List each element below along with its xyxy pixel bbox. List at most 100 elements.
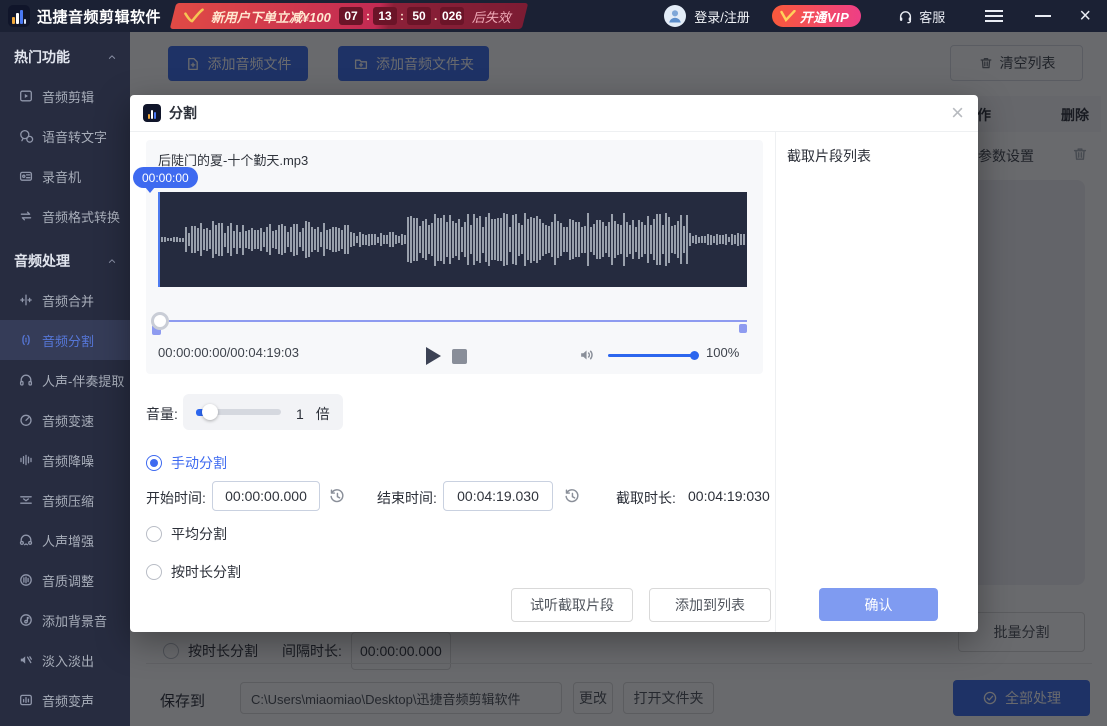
add-to-list-button[interactable]: 添加到列表 — [649, 588, 771, 622]
sidebar-item-label: 添加背景音 — [42, 611, 107, 630]
manual-split-radio[interactable]: 手动分割 — [146, 453, 227, 473]
sidebar-item-vocal-enhance[interactable]: 人声增强 — [0, 520, 130, 560]
close-window-icon[interactable]: × — [1079, 6, 1091, 26]
seek-handle[interactable] — [151, 312, 169, 330]
countdown-separator: . — [434, 9, 437, 23]
sidebar-section-header[interactable]: 音频处理 — [0, 236, 130, 280]
vocal-enhance-icon — [18, 532, 34, 548]
end-time-input[interactable] — [443, 481, 553, 511]
countdown-minutes: 13 — [373, 7, 397, 25]
titlebar: 迅捷音频剪辑软件 新用户下单立减¥100 07 : 13 : 50 . 026 … — [0, 0, 1107, 32]
add-to-list-label: 添加到列表 — [675, 595, 745, 615]
chevron-up-icon[interactable] — [106, 51, 118, 63]
promo-suffix: 后失效 — [472, 7, 511, 26]
sidebar-item-voice-change[interactable]: 音频变声 — [0, 680, 130, 720]
app-title: 迅捷音频剪辑软件 — [37, 6, 161, 27]
sidebar-item-bg-music[interactable]: 添加背景音 — [0, 600, 130, 640]
sidebar-item-label: 音频降噪 — [42, 451, 94, 470]
stop-button[interactable] — [452, 349, 467, 364]
start-history-icon[interactable] — [328, 487, 346, 505]
avatar[interactable] — [664, 5, 686, 27]
dialog-close-icon[interactable]: × — [951, 99, 964, 127]
sidebar-item-label: 音频压缩 — [42, 491, 94, 510]
end-time-label: 结束时间: — [377, 488, 437, 508]
speaker-icon[interactable] — [578, 346, 596, 364]
sidebar-item-audio-cut[interactable]: 音频剪辑 — [0, 76, 130, 116]
sidebar-item-fade[interactable]: 淡入淡出 — [0, 640, 130, 680]
audio-merge-icon — [18, 292, 34, 308]
sidebar-item-audio-merge[interactable]: 音频合并 — [0, 280, 130, 320]
vip-button[interactable]: 开通VIP — [772, 5, 861, 27]
segment-list-title: 截取片段列表 — [787, 146, 871, 166]
volume-slider[interactable] — [608, 354, 696, 357]
format-convert-icon — [18, 208, 34, 224]
sidebar-item-label: 音频变速 — [42, 411, 94, 430]
sidebar: 热门功能音频剪辑语音转文字录音机音频格式转换音频处理音频合并音频分割人声-伴奏提… — [0, 32, 130, 726]
sidebar-item-label: 音频格式转换 — [42, 207, 120, 226]
sidebar-item-audio-split[interactable]: 音频分割 — [0, 320, 130, 360]
gain-slider-handle[interactable] — [202, 404, 218, 420]
login-register-link[interactable]: 登录/注册 — [694, 7, 750, 26]
recorder-icon — [18, 168, 34, 184]
app-logo-icon — [8, 5, 30, 27]
radio-icon[interactable] — [146, 564, 162, 580]
gain-label: 音量: — [146, 404, 178, 424]
preview-clip-label: 试听截取片段 — [530, 595, 614, 615]
play-button[interactable] — [426, 347, 441, 365]
gain-value: 1 倍 — [296, 404, 330, 424]
waveform[interactable] — [158, 192, 747, 287]
preview-clip-button[interactable]: 试听截取片段 — [511, 588, 633, 622]
volume-percent: 100% — [706, 345, 739, 360]
speech-to-text-icon — [18, 128, 34, 144]
countdown-millis: 026 — [440, 7, 464, 25]
time-display: 00:00:00:00/00:04:19:03 — [158, 345, 299, 360]
confirm-label: 确认 — [865, 595, 893, 615]
menu-icon[interactable] — [985, 10, 1003, 22]
duration-split-radio[interactable]: 按时长分割 — [146, 562, 241, 582]
vip-v-icon — [780, 10, 796, 22]
radio-selected-icon[interactable] — [146, 455, 162, 471]
quality-adjust-icon — [18, 572, 34, 588]
trim-end-marker[interactable] — [739, 324, 747, 333]
start-time-input[interactable] — [212, 481, 320, 511]
split-dialog-header: 分割 — [130, 95, 978, 132]
sidebar-item-audio-speed[interactable]: 音频变速 — [0, 400, 130, 440]
chevron-up-icon[interactable] — [106, 255, 118, 267]
sidebar-item-label: 音频分割 — [42, 331, 94, 350]
audio-speed-icon — [18, 412, 34, 428]
average-split-radio[interactable]: 平均分割 — [146, 524, 227, 544]
sidebar-item-speech-to-text[interactable]: 语音转文字 — [0, 116, 130, 156]
seek-track[interactable] — [158, 320, 747, 322]
gain-slider-track[interactable] — [213, 409, 281, 415]
countdown-separator: : — [400, 9, 404, 23]
radio-icon[interactable] — [146, 526, 162, 542]
end-history-icon[interactable] — [563, 487, 581, 505]
countdown-separator: : — [366, 9, 370, 23]
sidebar-item-recorder[interactable]: 录音机 — [0, 156, 130, 196]
sidebar-item-label: 音频合并 — [42, 291, 94, 310]
sidebar-item-label: 录音机 — [42, 167, 81, 186]
sidebar-item-format-convert[interactable]: 音频格式转换 — [0, 196, 130, 236]
volume-slider-handle[interactable] — [690, 351, 699, 360]
app-window: 迅捷音频剪辑软件 新用户下单立减¥100 07 : 13 : 50 . 026 … — [0, 0, 1107, 726]
playhead-line[interactable] — [158, 192, 160, 287]
minimize-icon[interactable] — [1035, 15, 1051, 17]
sidebar-item-audio-compress[interactable]: 音频压缩 — [0, 480, 130, 520]
promo-banner[interactable]: 新用户下单立减¥100 07 : 13 : 50 . 026 后失效 — [170, 3, 529, 29]
sidebar-item-audio-denoise[interactable]: 音频降噪 — [0, 440, 130, 480]
sidebar-section-header[interactable]: 热门功能 — [0, 32, 130, 76]
manual-split-label: 手动分割 — [171, 453, 227, 473]
voice-change-icon — [18, 692, 34, 708]
sidebar-section-title: 音频处理 — [14, 251, 106, 271]
sidebar-item-vocal-extract[interactable]: 人声-伴奏提取 — [0, 360, 130, 400]
gain-slider-box: 1 倍 — [183, 394, 343, 430]
headset-icon — [897, 8, 914, 25]
sidebar-item-label: 人声增强 — [42, 531, 94, 550]
sidebar-item-label: 音频剪辑 — [42, 87, 94, 106]
confirm-button[interactable]: 确认 — [819, 588, 938, 621]
support-button[interactable]: 客服 — [897, 7, 945, 26]
sidebar-item-quality-adjust[interactable]: 音质调整 — [0, 560, 130, 600]
bg-music-icon — [18, 612, 34, 628]
sidebar-item-label: 音频变声 — [42, 691, 94, 710]
duration-split-label: 按时长分割 — [171, 562, 241, 582]
